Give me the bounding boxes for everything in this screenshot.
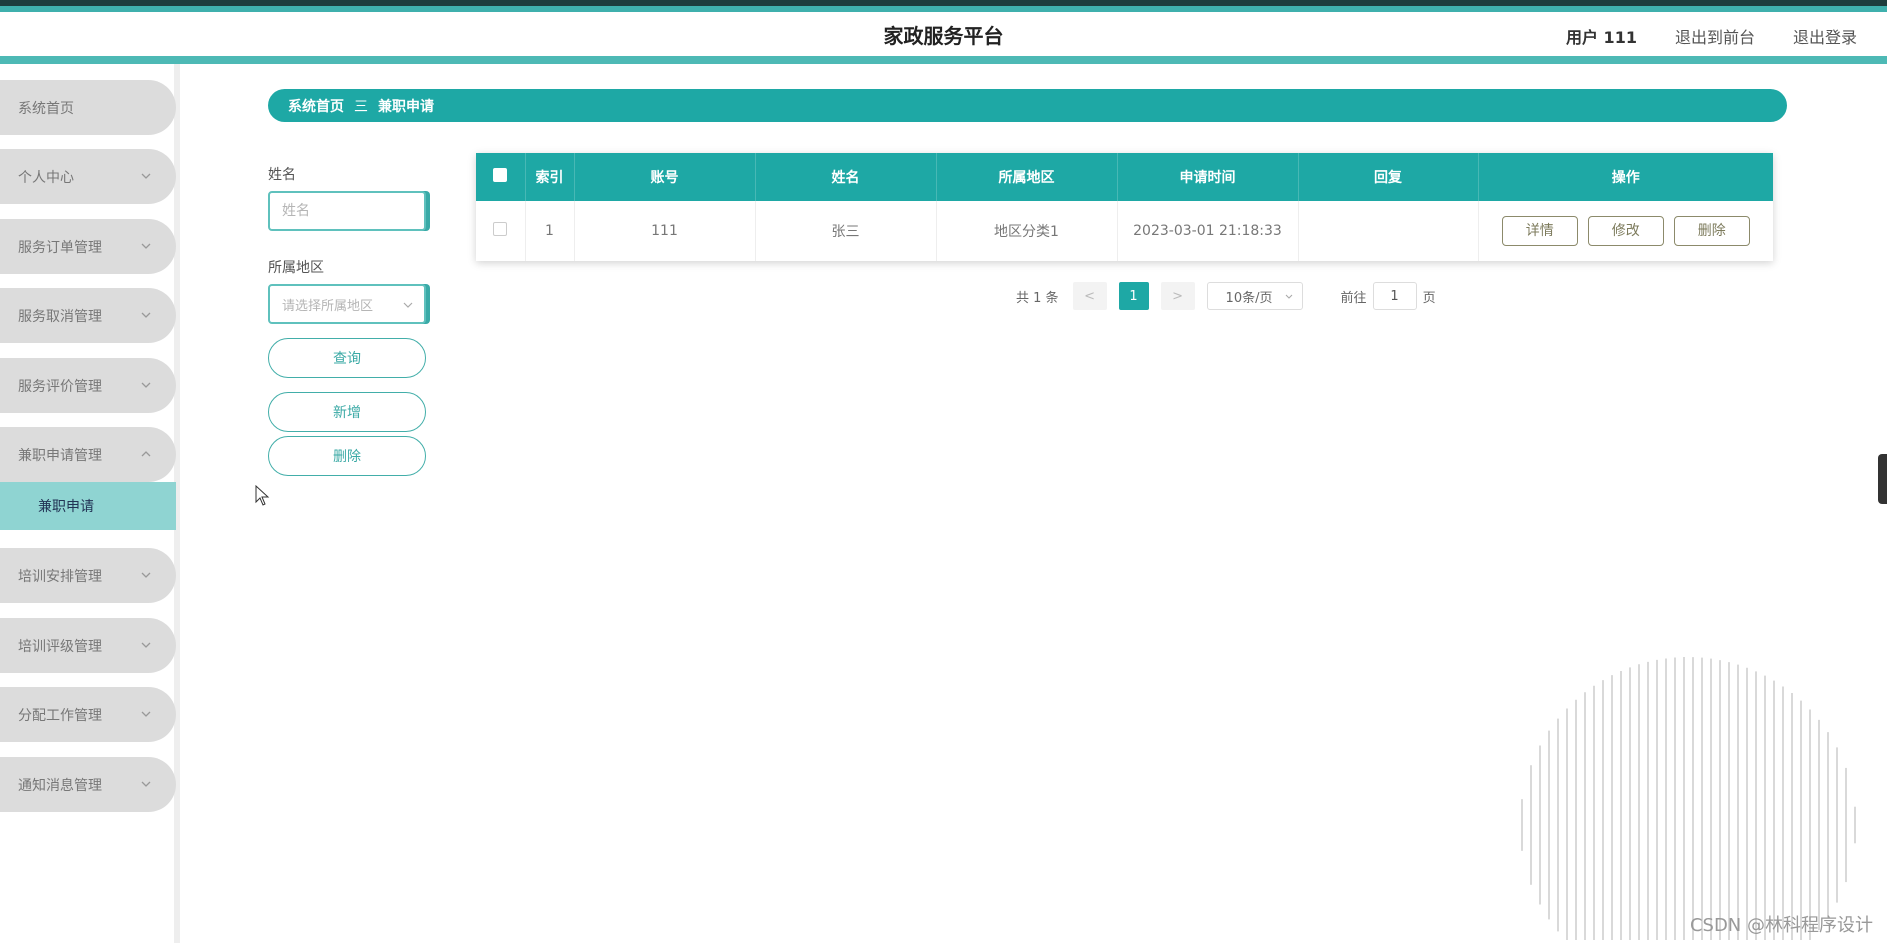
cell-index: 1 <box>525 201 575 261</box>
goto-suffix: 页 <box>1422 290 1436 306</box>
data-table: 索引 账号 姓名 所属地区 申请时间 回复 操作 1 111 张三 地区分类1 … <box>476 153 1773 261</box>
sidebar-subitem-label: 兼职申请 <box>38 499 94 515</box>
breadcrumb-home[interactable]: 系统首页 <box>288 96 344 116</box>
column-header-actions: 操作 <box>1611 170 1640 186</box>
region-select-placeholder: 请选择所属地区 <box>282 298 374 314</box>
cell-actions: 详情 修改 删除 <box>1478 201 1773 261</box>
sidebar-item-assign-work[interactable]: 分配工作管理 <box>0 687 176 742</box>
chevron-down-icon <box>141 642 151 648</box>
detail-button[interactable]: 详情 <box>1501 216 1578 246</box>
chevron-down-icon <box>141 312 151 318</box>
chevron-down-icon <box>141 781 151 787</box>
sidebar-item-label: 培训安排管理 <box>18 568 102 585</box>
add-button[interactable]: 新增 <box>268 392 426 432</box>
chevron-down-icon <box>141 382 151 388</box>
page-size-value: 10条/页 <box>1225 290 1273 306</box>
sidebar-item-training-schedule[interactable]: 培训安排管理 <box>0 548 176 603</box>
total-count: 共 1 条 <box>1016 290 1059 306</box>
sidebar-item-training-rating[interactable]: 培训评级管理 <box>0 618 176 673</box>
sidebar-item-label: 培训评级管理 <box>18 638 102 655</box>
header-links: 用户 111 退出到前台 退出登录 <box>1566 24 1857 48</box>
chevron-down-icon <box>403 302 413 308</box>
name-input[interactable] <box>268 191 426 231</box>
row-select-cell <box>476 201 526 261</box>
edit-button[interactable]: 修改 <box>1587 216 1664 246</box>
current-user: 用户 111 <box>1565 28 1637 47</box>
region-label: 所属地区 <box>268 260 324 276</box>
select-all-cell <box>476 153 526 201</box>
breadcrumb: 系统首页 三 兼职申请 <box>268 89 1787 122</box>
chevron-down-icon <box>141 173 151 179</box>
sidebar-item-label: 通知消息管理 <box>18 777 102 794</box>
sidebar-subitem-parttime-apply[interactable]: 兼职申请 <box>0 482 176 530</box>
sidebar-item-label: 系统首页 <box>18 100 74 117</box>
sidebar-item-label: 服务评价管理 <box>18 378 102 395</box>
sidebar-item-personal-center[interactable]: 个人中心 <box>0 149 176 204</box>
sidebar-item-label: 个人中心 <box>18 169 74 186</box>
cell-account: 111 <box>574 201 756 261</box>
watermark: CSDN @林科程序设计 <box>1689 915 1873 936</box>
goto-page-input[interactable] <box>1372 282 1417 310</box>
sidebar-item-label: 服务取消管理 <box>18 308 102 325</box>
row-checkbox[interactable] <box>493 222 508 236</box>
sidebar-item-service-review[interactable]: 服务评价管理 <box>0 358 176 413</box>
column-header-region: 所属地区 <box>936 153 1118 201</box>
column-header-index: 索引 <box>525 153 575 201</box>
chevron-down-icon <box>141 243 151 249</box>
cell-region: 地区分类1 <box>936 201 1118 261</box>
pagination: 共 1 条 < 1 > 10条/页 前往 页 <box>1016 282 1436 310</box>
page-number-button[interactable]: 1 <box>1118 282 1149 310</box>
sidebar: 系统首页 个人中心 服务订单管理 服务取消管理 服务评价管理 兼职申请管理 兼职… <box>0 64 180 943</box>
column-header-name: 姓名 <box>755 153 937 201</box>
select-all-checkbox[interactable] <box>493 168 508 182</box>
sidebar-item-parttime-apply[interactable]: 兼职申请管理 <box>0 427 176 482</box>
exit-to-front-link[interactable]: 退出到前台 <box>1675 24 1755 48</box>
cell-name: 张三 <box>755 201 937 261</box>
logout-link[interactable]: 退出登录 <box>1793 24 1857 48</box>
breadcrumb-separator: 三 <box>354 98 368 115</box>
chevron-up-icon <box>141 451 151 457</box>
name-label: 姓名 <box>268 167 296 183</box>
page-size-select[interactable]: 10条/页 <box>1206 282 1303 310</box>
sidebar-item-label: 服务订单管理 <box>18 239 102 256</box>
decorative-striped-circle <box>1521 657 1856 940</box>
sidebar-item-home[interactable]: 系统首页 <box>0 80 176 135</box>
query-button[interactable]: 查询 <box>268 338 426 378</box>
chevron-down-icon <box>1285 294 1292 299</box>
breadcrumb-current: 兼职申请 <box>378 98 434 115</box>
delete-button[interactable]: 删除 <box>268 436 426 476</box>
cell-reply <box>1298 201 1479 261</box>
scrollbar-handle[interactable] <box>1878 454 1887 504</box>
chevron-down-icon <box>141 711 151 717</box>
goto-prefix: 前往 <box>1340 290 1367 306</box>
column-header-apply-time: 申请时间 <box>1117 153 1299 201</box>
cell-apply-time: 2023-03-01 21:18:33 <box>1117 201 1299 261</box>
sidebar-item-label: 兼职申请管理 <box>18 447 102 464</box>
header-bottom-bar <box>0 56 1887 64</box>
table-header-row: 索引 账号 姓名 所属地区 申请时间 回复 操作 <box>476 153 1773 201</box>
row-delete-button[interactable]: 删除 <box>1673 216 1750 246</box>
sidebar-item-service-cancel[interactable]: 服务取消管理 <box>0 288 176 343</box>
sidebar-item-label: 分配工作管理 <box>18 707 102 724</box>
sidebar-item-notifications[interactable]: 通知消息管理 <box>0 757 176 812</box>
column-header-account: 账号 <box>574 153 756 201</box>
table-row: 1 111 张三 地区分类1 2023-03-01 21:18:33 详情 修改删… <box>476 201 1773 261</box>
prev-page-button[interactable]: < <box>1072 282 1107 310</box>
mouse-cursor-icon <box>255 485 270 506</box>
sidebar-item-service-orders[interactable]: 服务订单管理 <box>0 219 176 274</box>
chevron-down-icon <box>141 572 151 578</box>
column-header-reply: 回复 <box>1298 153 1479 201</box>
next-page-button[interactable]: > <box>1160 282 1195 310</box>
